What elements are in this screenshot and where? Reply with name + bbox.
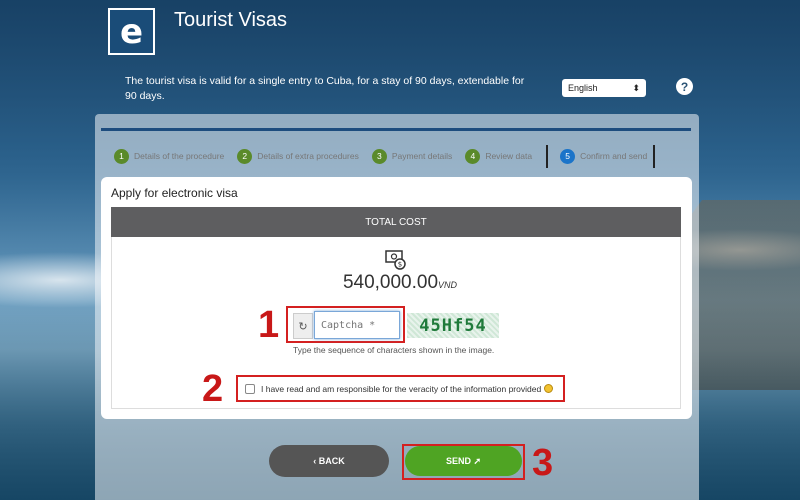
- captcha-input[interactable]: [314, 311, 400, 339]
- step-number: 5: [560, 148, 576, 164]
- money-icon: $: [385, 250, 406, 270]
- svg-text:$: $: [398, 261, 402, 269]
- step-number: 4: [465, 148, 481, 164]
- step-5[interactable]: 5 Confirm and send: [546, 144, 656, 168]
- page-title: Tourist Visas: [174, 9, 288, 31]
- site-logo[interactable]: e: [108, 8, 155, 55]
- total-cost-header: TOTAL COST: [111, 207, 681, 237]
- refresh-captcha-button[interactable]: ↻: [293, 313, 313, 339]
- steps-progress-line: [101, 128, 691, 131]
- captcha-image: 45Hf54: [407, 313, 499, 338]
- logo-letter: e: [119, 11, 144, 52]
- language-select[interactable]: English ⬍: [562, 79, 646, 97]
- annotation-marker-1: 1: [258, 304, 280, 346]
- refresh-icon: ↻: [298, 320, 308, 333]
- step-1[interactable]: 1 Details of the procedure: [114, 148, 225, 164]
- annotation-marker-2: 2: [202, 368, 224, 410]
- annotation-marker-3: 3: [532, 442, 554, 484]
- step-label: Payment details: [391, 151, 453, 161]
- smiley-icon: [544, 383, 554, 393]
- captcha-hint: Type the sequence of characters shown in…: [293, 345, 495, 355]
- help-icon[interactable]: ?: [676, 78, 693, 95]
- card-title: Apply for electronic visa: [111, 186, 238, 200]
- step-label: Details of the procedure: [134, 151, 225, 161]
- page-description: The tourist visa is valid for a single e…: [125, 75, 525, 102]
- step-label: Confirm and send: [580, 151, 648, 161]
- agreement-row: I have read and am responsible for the v…: [236, 375, 565, 402]
- amount-value: 540,000.00: [342, 272, 439, 293]
- step-4[interactable]: 4 Review data: [465, 148, 533, 164]
- step-number: 3: [371, 148, 387, 164]
- chevron-updown-icon: ⬍: [632, 82, 640, 93]
- amount-currency: VND: [438, 280, 458, 290]
- agreement-label: I have read and am responsible for the v…: [261, 383, 554, 394]
- step-label: Details of extra procedures: [257, 151, 359, 161]
- back-button[interactable]: ‹ BACK: [269, 445, 389, 477]
- step-label: Review data: [485, 151, 533, 161]
- step-number: 2: [237, 148, 253, 164]
- total-amount: 540,000.00VND: [300, 272, 500, 294]
- step-number: 1: [114, 148, 129, 164]
- send-button[interactable]: SEND ➚: [405, 446, 522, 476]
- step-3[interactable]: 3 Payment details: [371, 148, 453, 164]
- agreement-text: I have read and am responsible for the v…: [261, 383, 542, 394]
- steps-nav: 1 Details of the procedure 2 Details of ex…: [101, 143, 691, 169]
- language-selected: English: [568, 83, 598, 93]
- agreement-checkbox[interactable]: [245, 383, 255, 394]
- step-2[interactable]: 2 Details of extra procedures: [237, 148, 359, 164]
